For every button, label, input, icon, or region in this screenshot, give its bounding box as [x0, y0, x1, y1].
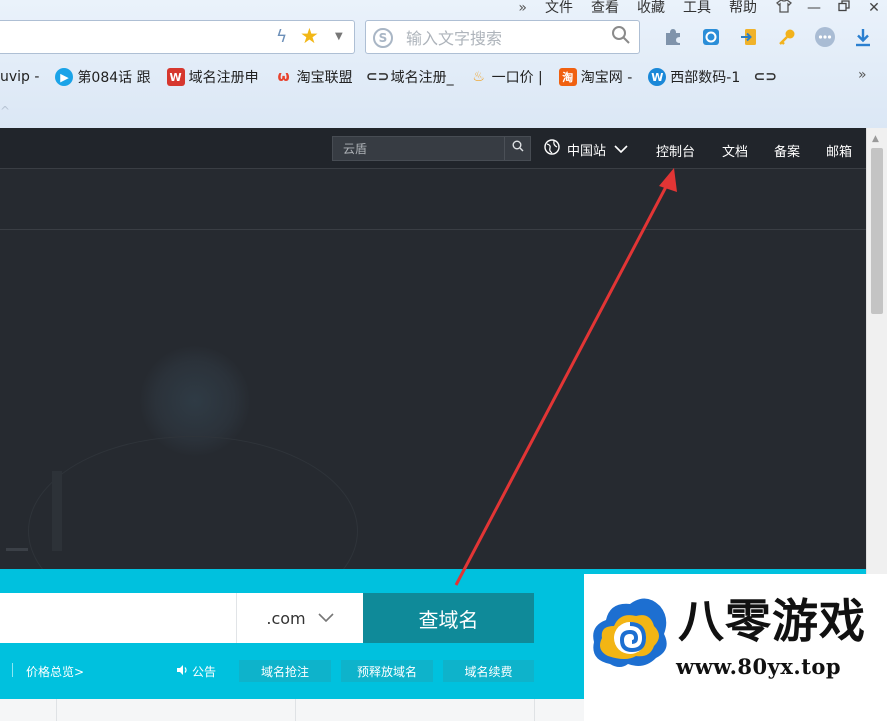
minimize-icon[interactable]: —	[801, 0, 827, 16]
domain-icon: W	[166, 68, 185, 86]
bookmark-label: uvip -	[0, 69, 40, 85]
search-icon[interactable]	[611, 25, 631, 50]
caret-icon: ^	[0, 104, 11, 118]
hero-banner	[0, 231, 866, 626]
search-icon[interactable]	[504, 137, 530, 160]
top-navigation: 中国站 控制台 文档 备案 邮箱	[0, 128, 866, 169]
bookmark-label: 第084话 跟	[77, 70, 151, 86]
carousel-indicator[interactable]	[6, 548, 28, 551]
shirt-icon[interactable]	[771, 0, 797, 17]
divider	[12, 663, 13, 677]
domain-search-button[interactable]: 查域名	[363, 593, 534, 643]
bookmark-item[interactable]: uvip -	[0, 62, 39, 92]
site-search-input[interactable]	[343, 140, 503, 158]
hero-pillar-graphic	[52, 471, 62, 551]
domain-suffix-value: .com	[266, 608, 306, 628]
login-icon[interactable]	[730, 22, 768, 52]
taobao-icon: 淘	[558, 68, 577, 86]
speaker-icon	[176, 664, 188, 679]
west-digital-icon: W	[648, 68, 667, 86]
puzzle-icon[interactable]	[654, 22, 692, 52]
pre-release-domain-button[interactable]: 预释放域名	[341, 660, 433, 682]
bookmark-item[interactable]: 淘 淘宝网 -	[558, 62, 633, 92]
browser-search-input[interactable]	[406, 27, 596, 49]
notice-link[interactable]: 公告	[176, 663, 216, 680]
star-icon[interactable]: ★	[300, 24, 319, 48]
chevron-down-icon	[318, 611, 334, 626]
region-label: 中国站	[567, 143, 607, 159]
domain-input[interactable]	[0, 593, 236, 643]
browser-chrome: » 文件 查看 收藏 工具 帮助 — ✕ ϟ ★ ▼ S 输入文字搜索 uvip…	[0, 0, 887, 128]
scroll-up-arrow[interactable]: ▲	[872, 134, 879, 144]
bookmark-item[interactable]: ⊂⊃	[753, 62, 778, 92]
bookmark-label: 淘宝网 -	[580, 70, 633, 86]
nav-link-docs[interactable]: 文档	[722, 141, 748, 160]
bookmark-item[interactable]: ▶ 第084话 跟	[55, 62, 151, 92]
nav-link-mail[interactable]: 邮箱	[826, 141, 852, 160]
close-icon[interactable]: ✕	[861, 0, 887, 16]
bookmark-item[interactable]: W 域名注册申	[166, 62, 259, 92]
domain-snatch-button[interactable]: 域名抢注	[239, 660, 331, 682]
bookmark-label: 一口价 |	[491, 70, 543, 86]
capture-icon[interactable]	[692, 22, 730, 52]
scroll-thumb[interactable]	[871, 148, 883, 314]
watermark-name: 八零游戏	[678, 594, 866, 648]
more-icon[interactable]	[806, 22, 844, 52]
restore-icon[interactable]	[831, 0, 857, 16]
bookmark-label: 域名注册_	[390, 70, 454, 86]
play-icon: ▶	[55, 68, 74, 86]
bookmark-label: 西部数码-1	[670, 70, 741, 86]
menu-help[interactable]: 帮助	[729, 1, 757, 15]
lightning-icon[interactable]: ϟ	[276, 27, 287, 47]
divider	[534, 699, 535, 721]
bookmark-label: 域名注册申	[188, 70, 259, 86]
chevron-down-icon[interactable]: ▼	[335, 31, 343, 42]
bookmark-item[interactable]: ♨ 一口价 |	[470, 62, 543, 92]
key-icon[interactable]	[768, 22, 806, 52]
menu-file[interactable]: 文件	[545, 1, 573, 15]
fire-icon: ♨	[472, 69, 485, 85]
notice-label: 公告	[192, 665, 217, 679]
menu-more-chevron[interactable]: »	[518, 0, 527, 16]
watermark-url: www.80yx.top	[676, 654, 842, 679]
globe-icon	[544, 139, 560, 159]
price-overview-link[interactable]: 价格总览>	[26, 663, 84, 680]
sogou-logo-icon[interactable]: S	[373, 28, 393, 48]
divider	[295, 699, 296, 721]
browser-search-box: S	[365, 20, 640, 54]
bookmarks-bar: uvip - ▶ 第084话 跟 W 域名注册申 ω 淘宝联盟 ⊂⊃ 域名注册_…	[0, 60, 887, 94]
site-search-box	[332, 136, 531, 161]
link-icon: ⊂⊃	[365, 69, 390, 85]
bookmark-item[interactable]: ⊂⊃ 域名注册_	[365, 62, 454, 92]
toolbar-icons	[654, 22, 882, 52]
cloud-swirl-logo	[593, 598, 667, 667]
sub-navigation	[0, 170, 866, 230]
watermark: 八零游戏 www.80yx.top	[584, 574, 887, 721]
download-icon[interactable]	[844, 22, 882, 52]
divider	[56, 699, 57, 721]
bookmarks-more-chevron[interactable]: »	[858, 67, 867, 83]
bookmark-item[interactable]: W 西部数码-1	[648, 62, 740, 92]
chevron-down-icon	[614, 143, 628, 156]
menu-tools[interactable]: 工具	[683, 1, 711, 15]
link-icon: ⊂⊃	[753, 69, 777, 85]
menu-view[interactable]: 查看	[591, 1, 619, 15]
menu-favorites[interactable]: 收藏	[637, 1, 665, 15]
nav-link-icp[interactable]: 备案	[774, 141, 800, 160]
nav-link-console[interactable]: 控制台	[656, 141, 695, 160]
domain-suffix-select[interactable]: .com	[236, 593, 363, 643]
domain-renewal-button[interactable]: 域名续费	[443, 660, 534, 682]
menu-bar: » 文件 查看 收藏 工具 帮助 — ✕	[518, 0, 887, 16]
bookmark-item[interactable]: ω 淘宝联盟	[275, 62, 353, 92]
taobao-union-icon: ω	[277, 69, 290, 85]
bookmark-label: 淘宝联盟	[296, 70, 353, 86]
region-selector[interactable]: 中国站	[544, 139, 628, 159]
address-bar[interactable]: ϟ ★ ▼	[0, 20, 355, 54]
